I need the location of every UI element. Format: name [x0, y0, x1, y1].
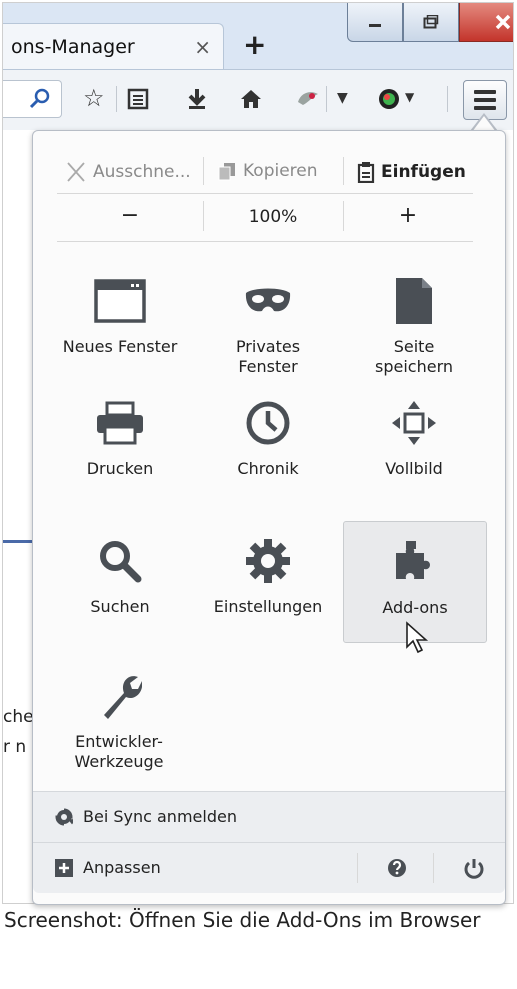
scissors-icon — [67, 162, 85, 182]
cut-button[interactable]: Ausschne... — [65, 161, 191, 183]
item-label: Entwickler-Werkzeuge — [74, 732, 164, 771]
window-icon — [94, 279, 146, 323]
zoom-reset-button[interactable]: 100% — [203, 207, 343, 227]
copy-icon — [218, 163, 235, 181]
plus-box-icon — [55, 859, 73, 877]
toolbar-separator — [116, 86, 117, 112]
dropdown-icon[interactable]: ▼ — [337, 90, 348, 106]
divider — [57, 193, 473, 194]
zoom-controls: − 100% + — [57, 197, 473, 241]
options-button[interactable]: Einstellungen — [197, 531, 339, 651]
tab-title: ons-Manager — [11, 36, 135, 58]
mask-icon — [245, 288, 291, 312]
color-icon[interactable] — [377, 87, 401, 111]
find-button[interactable]: Suchen — [49, 531, 191, 651]
window-controls — [347, 3, 513, 43]
gear-icon — [246, 539, 290, 583]
footer-separator — [433, 853, 434, 883]
edit-separator — [203, 157, 204, 185]
zoom-out-button[interactable]: − — [57, 203, 203, 228]
title-bar: ons-Manager × + — [3, 3, 513, 76]
zoom-in-button[interactable]: + — [343, 203, 473, 228]
history-button[interactable]: Chronik — [197, 393, 339, 513]
close-button[interactable] — [459, 3, 513, 42]
item-label: Suchen — [90, 597, 150, 616]
developer-tools-button[interactable]: Entwickler-Werkzeuge — [49, 666, 191, 786]
item-label: Seite speichern — [375, 337, 453, 376]
fullscreen-button[interactable]: Vollbild — [343, 393, 485, 513]
home-icon[interactable] — [239, 88, 263, 110]
help-button[interactable] — [367, 843, 427, 893]
close-icon — [495, 14, 511, 30]
printer-icon — [97, 401, 143, 445]
clock-icon — [246, 401, 290, 445]
new-tab-button[interactable]: + — [243, 28, 266, 61]
minimize-button[interactable] — [347, 3, 403, 42]
item-label: Drucken — [86, 459, 154, 478]
sync-row[interactable]: Bei Sync anmelden — [33, 791, 505, 842]
item-label: Privates Fenster — [235, 337, 301, 376]
copy-label: Kopieren — [243, 161, 318, 181]
item-label: Neues Fenster — [62, 337, 178, 356]
search-icon — [29, 88, 50, 109]
minimize-icon — [369, 24, 381, 27]
reading-list-icon[interactable] — [127, 88, 149, 110]
search-input[interactable] — [3, 80, 62, 118]
wrench-icon — [104, 676, 142, 719]
item-label: Vollbild — [385, 459, 443, 478]
print-button[interactable]: Drucken — [49, 393, 191, 513]
customize-label: Anpassen — [83, 858, 161, 877]
item-label: Chronik — [237, 459, 299, 478]
cut-label: Ausschne... — [93, 162, 191, 182]
divider — [57, 241, 473, 242]
edit-controls: Ausschne... Kopieren Einfügen — [57, 149, 473, 193]
extension-icon[interactable] — [295, 88, 321, 108]
save-page-button[interactable]: Seite speichern — [343, 271, 485, 391]
toolbar-separator — [447, 86, 448, 112]
download-icon[interactable] — [187, 88, 207, 110]
puzzle-icon — [396, 541, 430, 579]
private-window-button[interactable]: Privates Fenster — [197, 271, 339, 391]
toolbar-separator — [326, 86, 327, 112]
sync-icon — [55, 808, 73, 826]
dropdown-icon[interactable]: ▼ — [405, 90, 414, 104]
mouse-cursor-icon — [406, 621, 429, 654]
star-icon[interactable]: ☆ — [83, 84, 105, 112]
new-window-button[interactable]: Neues Fenster — [49, 271, 191, 391]
footer-separator — [357, 853, 358, 883]
navigation-toolbar: ☆ ▼ ▼ — [3, 69, 513, 131]
quit-button[interactable] — [443, 843, 503, 893]
restore-icon — [423, 15, 439, 29]
tab-close-button[interactable]: × — [194, 35, 211, 59]
item-label: Add-ons — [382, 598, 448, 617]
app-menu-panel: Ausschne... Kopieren Einfügen − 100% + N… — [32, 130, 506, 905]
copy-button[interactable]: Kopieren — [217, 161, 318, 181]
image-caption: Screenshot: Öffnen Sie die Add-Ons im Br… — [4, 908, 481, 932]
customize-button[interactable]: Anpassen — [33, 843, 353, 893]
sync-label: Bei Sync anmelden — [83, 807, 237, 826]
edit-separator — [343, 157, 344, 185]
magnifier-icon — [100, 541, 142, 583]
paste-button[interactable]: Einfügen — [357, 161, 466, 183]
maximize-button[interactable] — [403, 3, 459, 42]
paste-label: Einfügen — [381, 162, 466, 182]
page-partial-text: r n — [3, 737, 27, 757]
power-icon — [464, 859, 484, 879]
tab-addons-manager[interactable]: ons-Manager × — [3, 23, 224, 69]
clipboard-icon — [357, 162, 375, 183]
page-icon — [396, 278, 432, 324]
fullscreen-icon — [392, 401, 436, 445]
item-label: Einstellungen — [213, 597, 323, 616]
page-partial-text: che — [3, 707, 34, 727]
customize-row: Anpassen — [33, 842, 505, 893]
help-icon — [388, 859, 406, 877]
